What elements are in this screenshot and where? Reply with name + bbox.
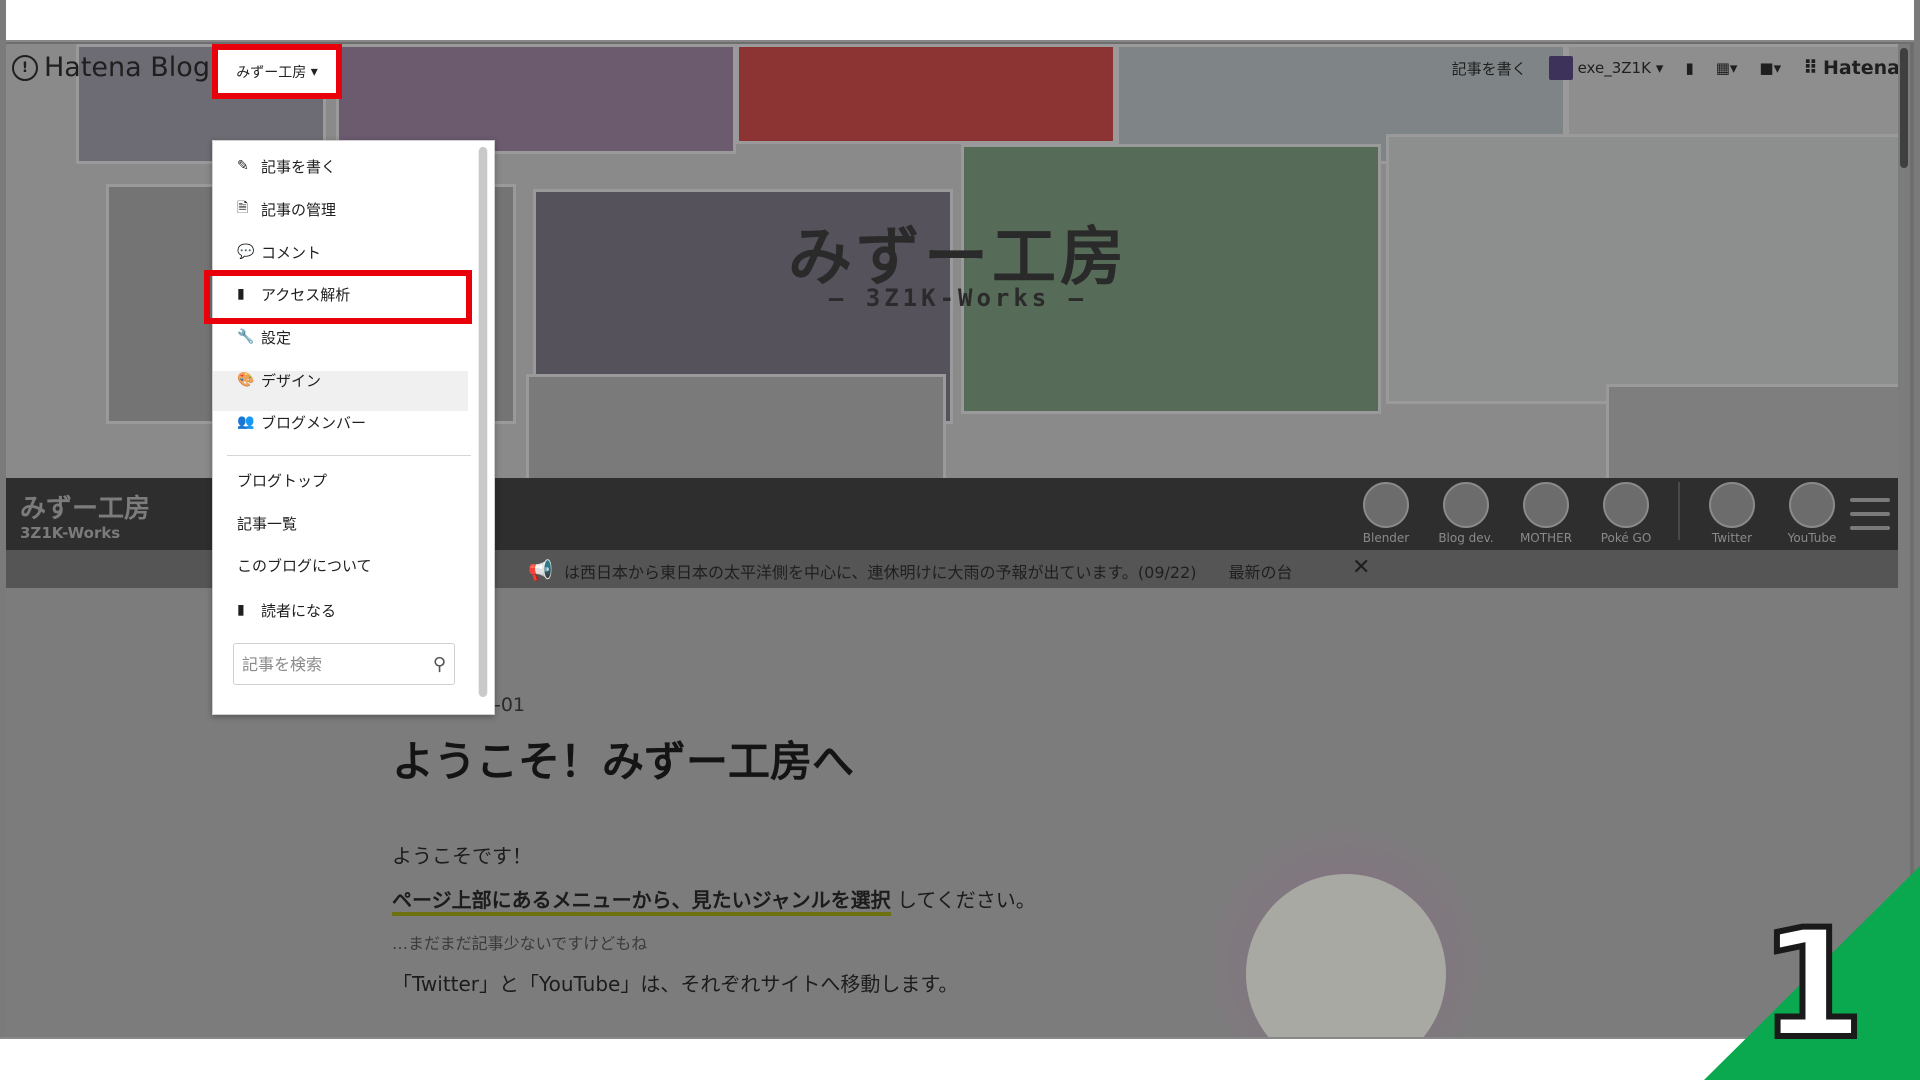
step-number: 1: [1757, 898, 1867, 1072]
menu-item-members[interactable]: 👥 ブログメンバー: [237, 409, 366, 435]
nav-label: MOTHER: [1519, 531, 1573, 545]
quill-icon: [1709, 482, 1755, 528]
hamburger-menu-icon[interactable]: [1850, 498, 1890, 530]
document-icon: 🗎: [237, 200, 249, 216]
menu-link-blog-top[interactable]: ブログトップ: [237, 467, 327, 493]
ticker-text[interactable]: は西日本から東日本の太平洋側を中心に、連休明けに大雨の予報が出ています。(09/…: [564, 559, 1346, 583]
nav-divider: [1678, 482, 1680, 540]
user-name: exe_3Z1K: [1577, 59, 1651, 77]
nav-poke-go[interactable]: Poké GO: [1598, 482, 1654, 545]
category-nav: Blender Blog dev. MOTHER Poké GO Twitter…: [1358, 482, 1840, 545]
settings-highlight-box: [204, 270, 472, 324]
menu-item-label: 記事を書く: [261, 157, 337, 176]
nav-blog-dev[interactable]: Blog dev.: [1438, 482, 1494, 545]
write-article-link[interactable]: 記事を書く: [1452, 58, 1527, 79]
menu-divider: [227, 455, 471, 456]
microscope-icon: [1443, 482, 1489, 528]
avatar: [1548, 56, 1573, 80]
highlighted-text: ページ上部にあるメニューから、見たいジャンルを選択: [392, 888, 891, 916]
menu-link-subscribe[interactable]: ▮ 読者になる: [237, 597, 336, 623]
megaphone-icon: 📢: [528, 558, 553, 582]
frame-top-border: [0, 0, 1920, 42]
screenshot-frame: みずー工房 ― 3Z1K-Works ― ! Hatena Blog 記事を書く…: [0, 0, 1920, 1080]
blog-menu-label: みずー工房: [236, 64, 307, 81]
hatena-mark-icon: ⠿: [1803, 57, 1818, 79]
menu-link-label: このブログについて: [237, 556, 372, 575]
article-paragraph: ページ上部にあるメニューから、見たいジャンルを選択 してください。: [392, 884, 1036, 916]
menu-item-label: 設定: [261, 328, 292, 347]
nav-blender[interactable]: Blender: [1358, 482, 1414, 545]
nav-youtube[interactable]: YouTube: [1784, 482, 1840, 545]
pokego-icon: [1603, 482, 1649, 528]
logo-text: Hatena Blog: [44, 52, 210, 83]
search-icon[interactable]: ⚲: [433, 654, 446, 675]
top-right-menu: 記事を書く exe_3Z1K ▾ ▮ ▦▾ ■▾ ⠿ Hatena: [1452, 56, 1900, 80]
nav-label: Poké GO: [1600, 531, 1652, 545]
menu-item-label: コメント: [261, 243, 322, 262]
page-scrollbar-thumb[interactable]: [1900, 48, 1908, 168]
article-paragraph: 「Twitter」と「YouTube」は、それぞれサイトへ移動します。: [392, 972, 959, 996]
menu-link-article-list[interactable]: 記事一覧: [237, 510, 297, 536]
menu-item-write[interactable]: ✎ 記事を書く: [237, 153, 336, 179]
blog-subtitle: 3Z1K-Works: [20, 524, 121, 542]
user-menu[interactable]: exe_3Z1K ▾: [1548, 56, 1664, 80]
menu-item-design[interactable]: 🎨 デザイン: [237, 367, 321, 393]
menu-item-manage[interactable]: 🗎 記事の管理: [237, 196, 336, 222]
menu-item-label: ブログメンバー: [261, 413, 367, 432]
menu-link-label: ブログトップ: [237, 471, 328, 490]
header-photo: [526, 374, 946, 478]
hatena-brand-link[interactable]: ⠿ Hatena: [1803, 57, 1900, 79]
browser-viewport: みずー工房 ― 3Z1K-Works ― ! Hatena Blog 記事を書く…: [6, 44, 1910, 1037]
members-icon: 👥: [237, 414, 255, 430]
blog-menu-button[interactable]: みずー工房 ▾: [212, 44, 342, 99]
apps-grid-icon[interactable]: ▦▾: [1716, 59, 1738, 77]
caret-down-icon: ▾: [306, 63, 318, 80]
dropdown-scrollbar-thumb[interactable]: [479, 147, 487, 697]
nav-label: Blender: [1362, 531, 1410, 545]
nav-mother[interactable]: MOTHER: [1518, 482, 1574, 545]
close-icon[interactable]: ✕: [1352, 555, 1370, 580]
article-paragraph: ようこそです！: [392, 844, 532, 868]
bookmark-icon[interactable]: ▮: [1685, 59, 1693, 77]
nav-label: YouTube: [1787, 531, 1837, 545]
bookmark-icon: ▮: [237, 602, 245, 618]
post-title[interactable]: ようこそ！みずー工房へ: [392, 728, 854, 789]
hatena-brand-label: Hatena: [1822, 57, 1900, 79]
search-input[interactable]: [242, 654, 412, 674]
blog-name[interactable]: みずー工房: [20, 488, 150, 525]
edit-icon: ✎: [237, 158, 249, 174]
tv-icon: [1789, 482, 1835, 528]
article-search-box: ⚲: [233, 643, 455, 685]
notification-icon[interactable]: ■▾: [1759, 59, 1781, 77]
lantern-icon: [1363, 482, 1409, 528]
nav-label: Twitter: [1711, 531, 1753, 545]
menu-link-about[interactable]: このブログについて: [237, 552, 372, 578]
header-photo: [1606, 384, 1906, 478]
wrench-icon: 🔧: [237, 329, 255, 345]
frame-bottom-border: [0, 1037, 1920, 1080]
blog-menu-dropdown: ✎ 記事を書く 🗎 記事の管理 💬 コメント ▮ アクセス解析 🔧 設定 🎨 デ…: [212, 140, 495, 715]
menu-link-label: 読者になる: [261, 601, 337, 620]
palette-icon: 🎨: [237, 372, 255, 388]
earth-icon: [1523, 482, 1569, 528]
nav-twitter[interactable]: Twitter: [1704, 482, 1760, 545]
hatena-blog-logo[interactable]: ! Hatena Blog: [12, 52, 210, 83]
hatena-logo-icon: !: [12, 54, 38, 81]
dropdown-scrollbar[interactable]: [478, 147, 488, 697]
menu-link-label: 記事一覧: [237, 514, 298, 533]
menu-item-settings[interactable]: 🔧 設定: [237, 324, 291, 350]
menu-item-comment[interactable]: 💬 コメント: [237, 239, 321, 265]
comment-icon: 💬: [237, 244, 255, 260]
paragraph-text: してください。: [896, 888, 1036, 912]
menu-item-label: デザイン: [261, 371, 322, 390]
article-note: …まだまだ記事少ないですけどもね: [392, 934, 648, 953]
mascot-image: [1186, 784, 1526, 1037]
caret-down-icon: ▾: [1655, 59, 1664, 77]
menu-item-label: 記事の管理: [261, 200, 337, 219]
nav-label: Blog dev.: [1438, 531, 1494, 545]
